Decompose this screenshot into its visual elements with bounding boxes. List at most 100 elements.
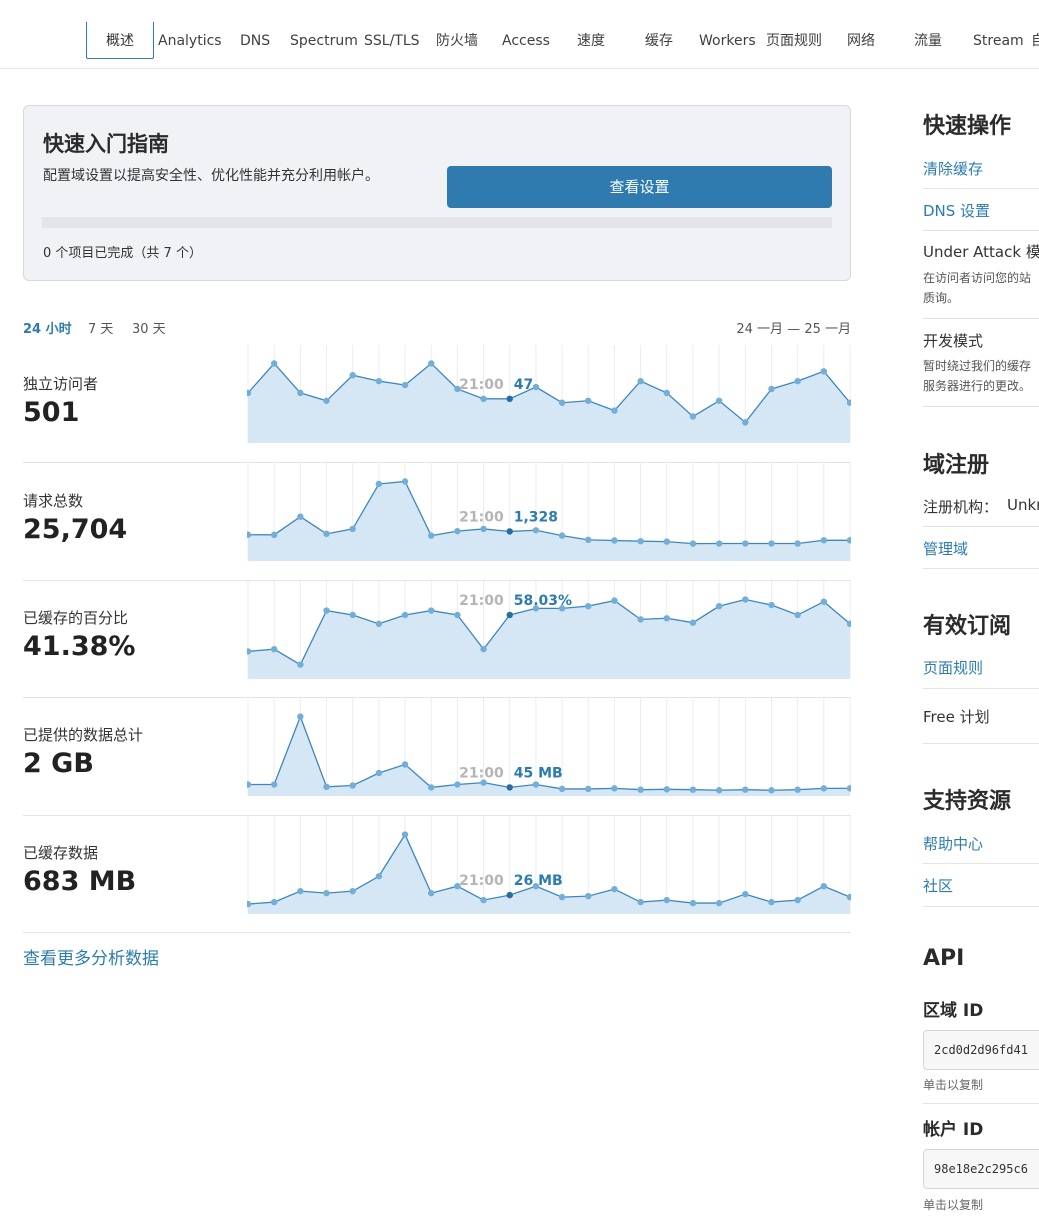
- data-point: [768, 898, 775, 906]
- click-to-copy-hint: 单击以复制: [923, 1078, 984, 1092]
- data-point: [270, 531, 278, 539]
- range-30d[interactable]: 30 天: [132, 318, 166, 337]
- data-point: [742, 596, 749, 603]
- tab-page-rules[interactable]: 页面规则: [766, 22, 822, 58]
- divider: [923, 526, 1039, 527]
- top-nav: 概述 Analytics DNS Spectrum SSL/TLS 防火墙 Ac…: [0, 0, 1039, 69]
- data-point: [637, 537, 644, 545]
- more-analytics-link[interactable]: 查看更多分析数据: [23, 944, 159, 969]
- data-point: [768, 385, 775, 393]
- data-point: [428, 360, 435, 367]
- tab-ssl-tls[interactable]: SSL/TLS: [364, 22, 420, 58]
- data-point: [428, 784, 435, 791]
- data-point: [270, 360, 278, 367]
- unique-visitors-chart[interactable]: 21:00 47: [247, 345, 851, 445]
- hover-value-label: 58.03%: [514, 593, 572, 609]
- metric-value: 501: [23, 397, 80, 428]
- divider: [923, 863, 1039, 864]
- under-attack-mode-label[interactable]: Under Attack 模: [923, 241, 1039, 262]
- tab-caching[interactable]: 缓存: [645, 22, 673, 58]
- data-point: [349, 887, 356, 895]
- range-7d[interactable]: 7 天: [88, 318, 113, 337]
- tab-speed[interactable]: 速度: [577, 22, 605, 58]
- data-point: [820, 882, 828, 890]
- plan-label: Free 计划: [923, 708, 990, 726]
- date-range: 24 一月 — 25 一月: [736, 322, 851, 337]
- tab-access[interactable]: Access: [502, 22, 550, 58]
- data-point: [297, 513, 304, 520]
- account-id-label: 帐户 ID: [923, 1120, 984, 1140]
- data-point: [611, 885, 618, 893]
- range-24h[interactable]: 24 小时: [23, 318, 72, 337]
- data-point: [768, 540, 775, 547]
- data-point: [742, 540, 749, 547]
- hover-time-label: 21:00: [459, 377, 504, 393]
- development-mode-label[interactable]: 开发模式: [923, 330, 983, 351]
- data-point: [585, 536, 592, 544]
- data-point: [637, 377, 644, 385]
- click-to-copy-hint: 单击以复制: [923, 1198, 984, 1212]
- help-center-link[interactable]: 帮助中心: [923, 833, 983, 854]
- data-point: [401, 761, 409, 768]
- manage-domain-link[interactable]: 管理域: [923, 538, 968, 559]
- data-cached-chart[interactable]: 21:00 26 MB: [247, 816, 851, 916]
- tab-workers[interactable]: Workers: [699, 22, 756, 58]
- data-point: [349, 782, 356, 789]
- community-link[interactable]: 社区: [923, 875, 953, 896]
- data-point: [375, 769, 383, 777]
- data-point: [323, 889, 330, 897]
- data-point: [663, 615, 670, 622]
- data-point: [532, 781, 540, 788]
- data-point: [715, 540, 723, 547]
- domain-registration-title: 域注册: [923, 453, 990, 478]
- data-point: [715, 787, 723, 794]
- account-id-field[interactable]: 98e18e2c295c6: [923, 1149, 1039, 1189]
- quickstart-card: 快速入门指南 配置域设置以提高安全性、优化性能并充分利用帐户。 查看设置 0 个…: [23, 105, 851, 281]
- data-point: [401, 478, 409, 485]
- tab-overview[interactable]: 概述: [86, 22, 154, 59]
- hover-value-label: 1,328: [514, 509, 558, 525]
- metric-value: 683 MB: [23, 866, 137, 897]
- data-point: [768, 787, 775, 794]
- divider: [923, 188, 1039, 189]
- metric-percent-cached: 已缓存的百分比 41.38% 21:00 58.03%: [23, 581, 851, 698]
- zone-id-field[interactable]: 2cd0d2d96fd41: [923, 1030, 1039, 1070]
- purge-cache-link[interactable]: 清除缓存: [923, 158, 983, 179]
- data-point: [611, 785, 618, 792]
- series-area: [248, 599, 850, 679]
- tab-spectrum[interactable]: Spectrum: [290, 22, 358, 58]
- data-point: [375, 620, 383, 628]
- data-point: [794, 611, 801, 619]
- metric-unique-visitors: 独立访问者 501 21:00 47: [23, 345, 851, 463]
- metric-label: 请求总数: [23, 492, 84, 510]
- data-point: [585, 397, 592, 404]
- percent-cached-chart[interactable]: 21:00 58.03%: [247, 581, 851, 681]
- data-point: [454, 527, 461, 535]
- data-point: [689, 413, 697, 420]
- tab-dns[interactable]: DNS: [240, 22, 270, 58]
- data-point: [401, 381, 409, 389]
- total-requests-chart[interactable]: 21:00 1,328: [247, 463, 851, 563]
- view-settings-button[interactable]: 查看设置: [447, 166, 832, 208]
- data-point: [689, 619, 697, 626]
- data-point: [663, 389, 670, 397]
- data-point: [297, 713, 304, 720]
- tab-analytics[interactable]: Analytics: [158, 22, 222, 58]
- data-point: [611, 597, 618, 604]
- quick-actions-title: 快速操作: [923, 114, 1012, 139]
- data-point: [558, 532, 566, 539]
- dns-settings-link[interactable]: DNS 设置: [923, 200, 990, 221]
- quickstart-status: 0 个项目已完成（共 7 个）: [43, 246, 202, 261]
- subscriptions-title: 有效订阅: [923, 614, 1012, 639]
- data-point: [585, 602, 592, 610]
- metric-value: 2 GB: [23, 748, 94, 779]
- hover-time-label: 21:00: [459, 593, 504, 609]
- total-data-served-chart[interactable]: 21:00 45 MB: [247, 698, 851, 798]
- data-point: [401, 831, 409, 838]
- quickstart-progress-bar: [42, 217, 832, 228]
- data-point: [506, 611, 513, 619]
- tab-network[interactable]: 网络: [847, 22, 875, 58]
- tab-firewall[interactable]: 防火墙: [436, 22, 478, 58]
- page-rules-link[interactable]: 页面规则: [923, 657, 983, 678]
- data-point: [297, 389, 304, 397]
